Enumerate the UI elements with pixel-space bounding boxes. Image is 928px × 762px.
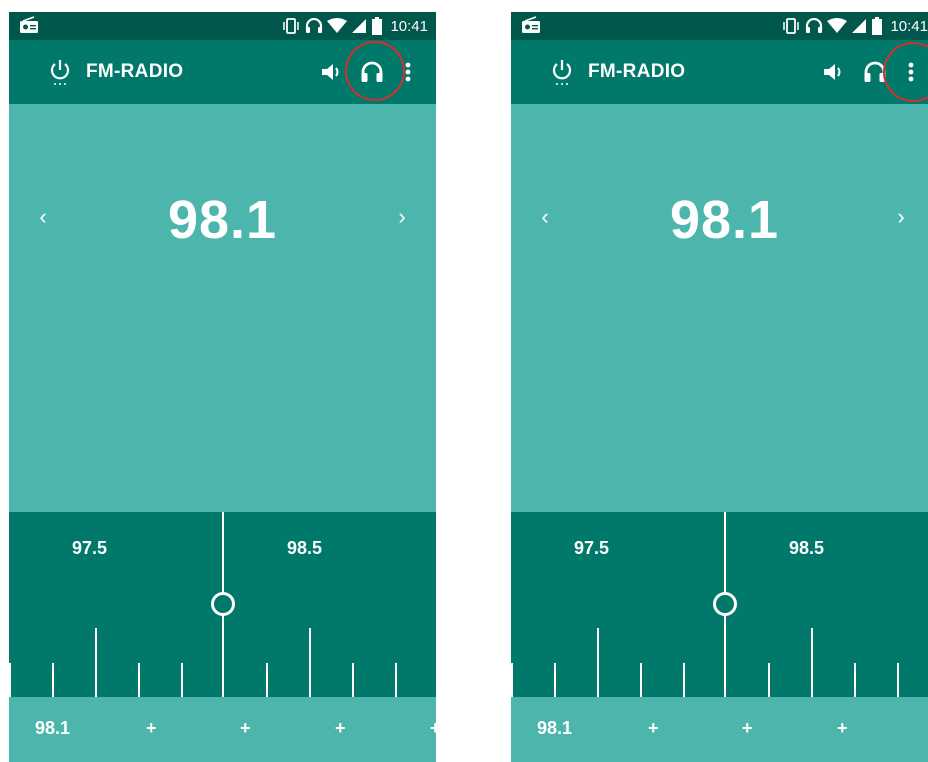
- radio-icon: [522, 16, 540, 33]
- headset-icon: [306, 18, 323, 33]
- tuner-label: 97.5: [574, 538, 610, 558]
- app-bar: FM-RADIO: [511, 40, 928, 104]
- signal-icon: [852, 19, 867, 33]
- add-preset-button[interactable]: +: [742, 718, 753, 739]
- status-icons: 10:41: [281, 15, 428, 37]
- tuner-tick: [683, 663, 685, 697]
- tuner-tick: [95, 628, 97, 697]
- tuner-tick: [52, 663, 54, 697]
- tuner-tick: [511, 663, 513, 697]
- wifi-icon: [827, 18, 848, 33]
- battery-icon: [372, 17, 383, 35]
- frequency-display: ‹ 98.1 ›: [511, 104, 928, 512]
- tuner-tick: [768, 663, 770, 697]
- current-frequency: 98.1: [669, 190, 780, 250]
- tuner-tick: [138, 663, 140, 697]
- status-bar: 10:41: [511, 12, 928, 40]
- tuner-knob[interactable]: [713, 592, 737, 616]
- tuner-tick: [266, 663, 268, 697]
- add-preset-button[interactable]: +: [335, 718, 346, 739]
- add-preset-button[interactable]: +: [146, 718, 157, 739]
- battery-icon: [872, 17, 883, 35]
- preset-station[interactable]: 98.1: [35, 718, 70, 739]
- status-bar: 10:41: [9, 12, 436, 40]
- tuner-tick: [640, 663, 642, 697]
- tuner-label: 98.5: [287, 538, 323, 558]
- preset-bar: 98.1 + + + +: [9, 697, 436, 762]
- tuner-label: 97.5: [72, 538, 108, 558]
- status-time: 10:41: [390, 17, 428, 35]
- vibrate-icon: [783, 18, 800, 34]
- tuner-dial[interactable]: 97.5 98.5: [511, 512, 928, 697]
- status-time: 10:41: [890, 17, 928, 35]
- preset-station[interactable]: 98.1: [537, 718, 572, 739]
- tuner-tick: [554, 663, 556, 697]
- tuner-tick: [897, 663, 899, 697]
- status-icons: 10:41: [781, 15, 928, 37]
- preset-bar: 98.1 + + +: [511, 697, 928, 762]
- tuner-tick: [309, 628, 311, 697]
- power-icon[interactable]: [551, 59, 573, 87]
- power-icon[interactable]: [49, 59, 71, 87]
- vibrate-icon: [283, 18, 300, 34]
- headset-icon: [806, 18, 823, 33]
- next-station-button[interactable]: ›: [390, 204, 414, 230]
- tuner-tick: [352, 663, 354, 697]
- tuner-label: 98.5: [789, 538, 825, 558]
- wifi-icon: [327, 18, 348, 33]
- radio-icon: [20, 16, 38, 33]
- tuner-tick: [9, 663, 11, 697]
- tuner-tick: [395, 663, 397, 697]
- annotation-circle: [345, 41, 405, 101]
- tuner-tick: [597, 628, 599, 697]
- speaker-button[interactable]: [820, 58, 848, 86]
- add-preset-button[interactable]: +: [837, 718, 848, 739]
- add-preset-button[interactable]: +: [240, 718, 251, 739]
- phone-screen-left: 10:41 FM-RADIO ‹ 98.1 › 97.5 98.5 98.1 +…: [9, 12, 436, 762]
- tuner-tick: [854, 663, 856, 697]
- tuner-tick: [181, 663, 183, 697]
- add-preset-button[interactable]: +: [648, 718, 659, 739]
- next-station-button[interactable]: ›: [889, 204, 913, 230]
- speaker-icon: [824, 64, 841, 80]
- tuner-dial[interactable]: 97.5 98.5: [9, 512, 436, 697]
- speaker-icon: [322, 64, 339, 80]
- frequency-display: ‹ 98.1 ›: [9, 104, 436, 512]
- more-vert-icon: [405, 62, 411, 82]
- tuner-tick: [811, 628, 813, 697]
- app-title: FM-RADIO: [588, 61, 686, 82]
- add-preset-button[interactable]: +: [430, 718, 436, 739]
- current-frequency: 98.1: [167, 190, 278, 250]
- signal-icon: [352, 19, 367, 33]
- tuner-knob[interactable]: [211, 592, 235, 616]
- speaker-button[interactable]: [318, 58, 346, 86]
- phone-screen-right: 10:41 FM-RADIO ‹ 98.1 › 97.5 98.5 98.1 +…: [511, 12, 928, 762]
- app-title: FM-RADIO: [86, 61, 184, 82]
